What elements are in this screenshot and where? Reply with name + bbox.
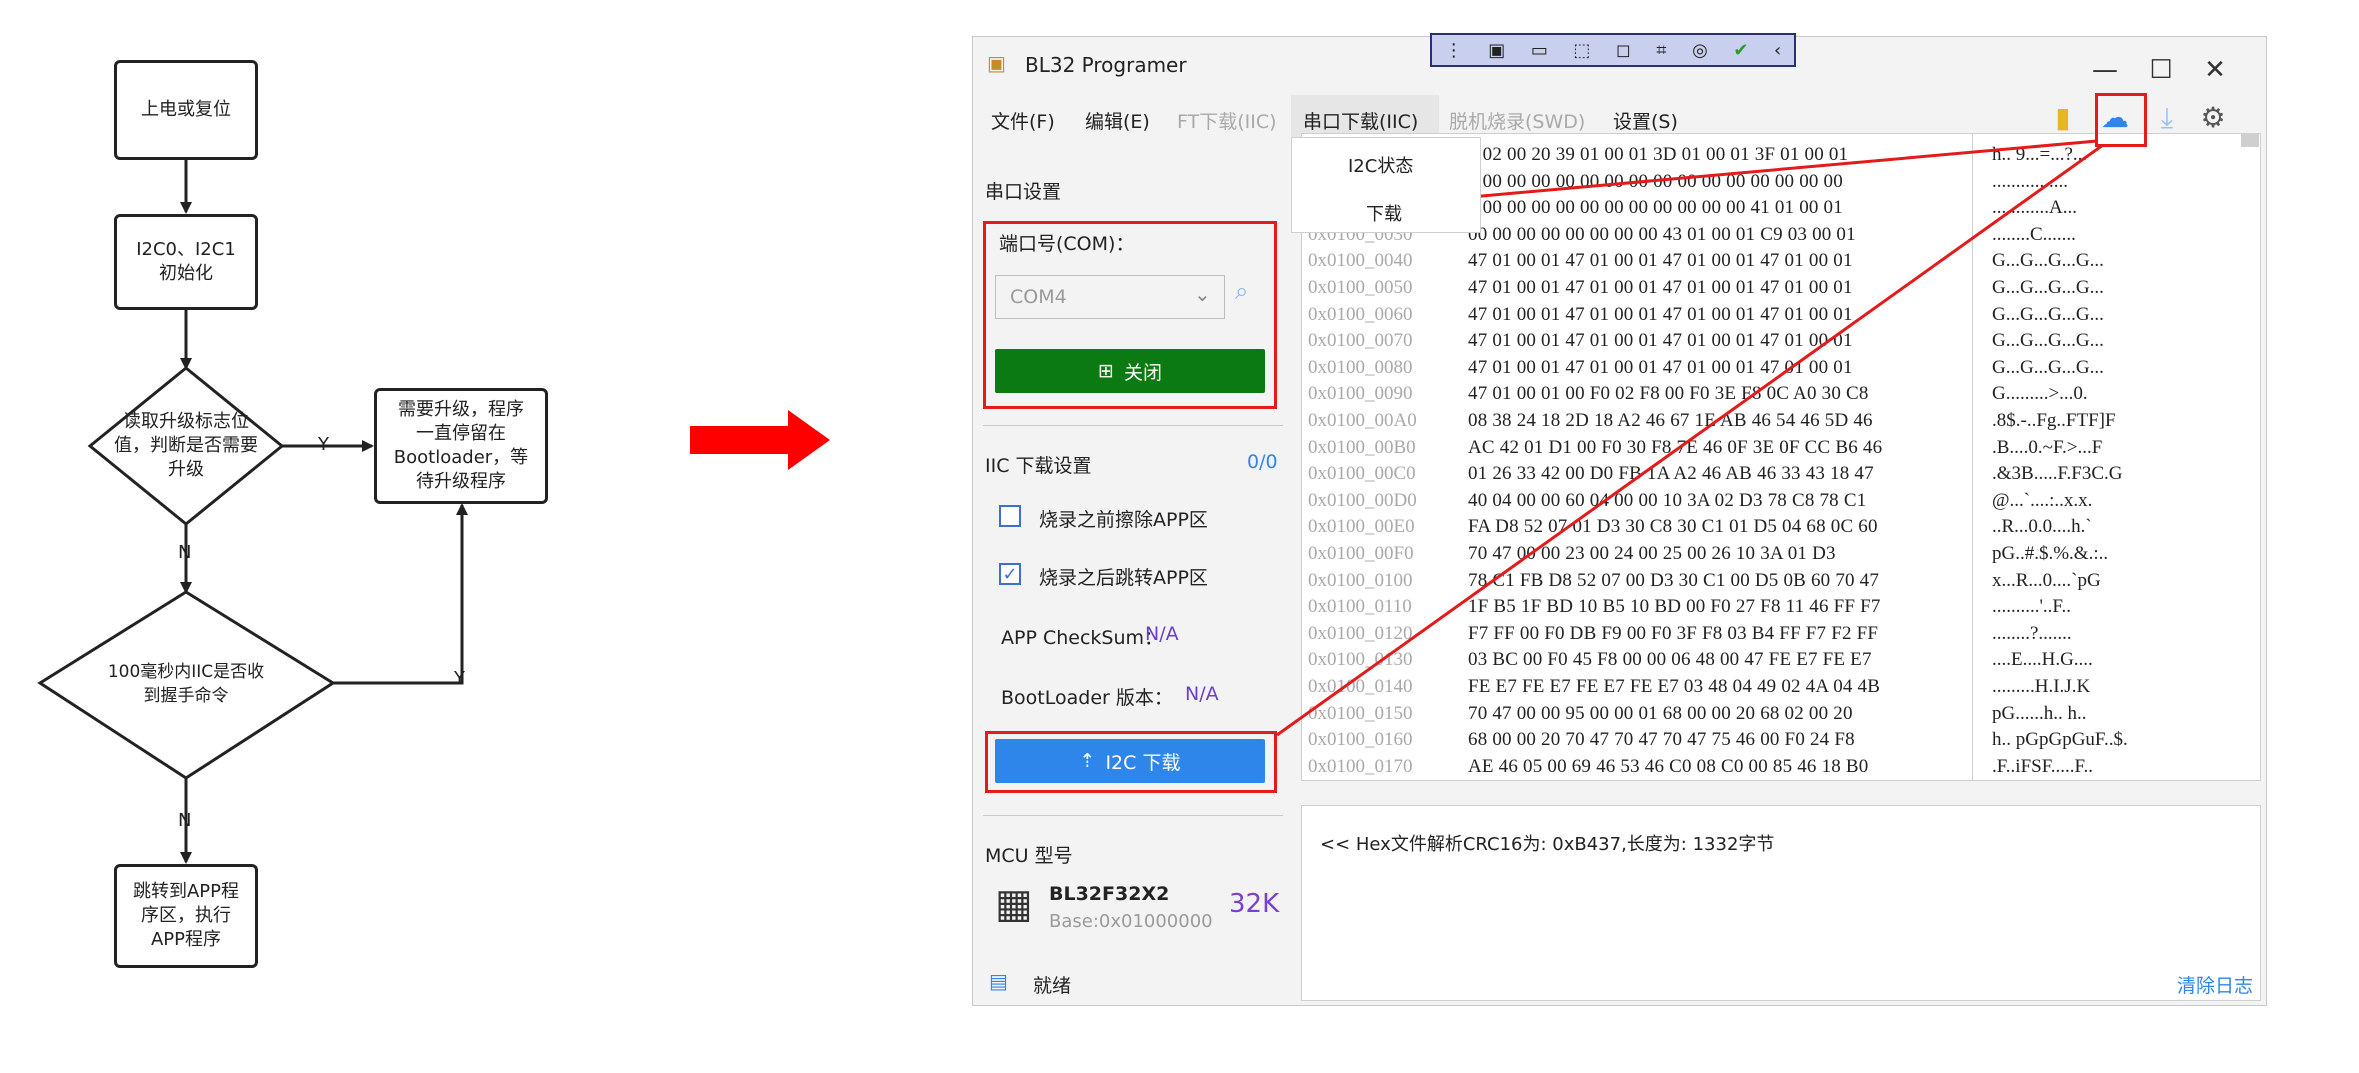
serial-download-dropdown: I2C状态 下载 xyxy=(1291,137,1481,233)
transition-arrow-icon xyxy=(690,410,830,470)
flow-jump-app-node: 跳转到APP程 序区，执行 APP程序 xyxy=(114,864,258,968)
app-window: ⋮ ▣ ▭ ⬚ ◻ ⌗ ◎ ✔ ‹ ▣ BL32 Programer — ☐ ✕… xyxy=(972,33,2267,1006)
dropdown-i2c-status[interactable]: I2C状态 xyxy=(1348,152,1413,178)
edge-label-no: N xyxy=(178,542,192,563)
flow-start-node: 上电或复位 xyxy=(114,60,258,160)
flow-check-cmd-node: 100毫秒内IIC是否收 到握手命令 xyxy=(107,662,265,706)
edge-label-yes: Y xyxy=(318,434,329,455)
flow-check-flag-node: 读取升级标志位 值，判断是否需要 升级 xyxy=(114,411,258,480)
edge-label-no: N xyxy=(178,810,192,831)
edge-label-yes: Y xyxy=(454,668,465,689)
dropdown-download[interactable]: 下载 xyxy=(1366,200,1402,226)
annotation-lines xyxy=(1276,139,2104,737)
flow-init-node: I2C0、I2C1 初始化 xyxy=(114,214,258,310)
flow-wait-upgrade-node: 需要升级，程序 一直停留在 Bootloader，等 待升级程序 xyxy=(374,388,548,504)
